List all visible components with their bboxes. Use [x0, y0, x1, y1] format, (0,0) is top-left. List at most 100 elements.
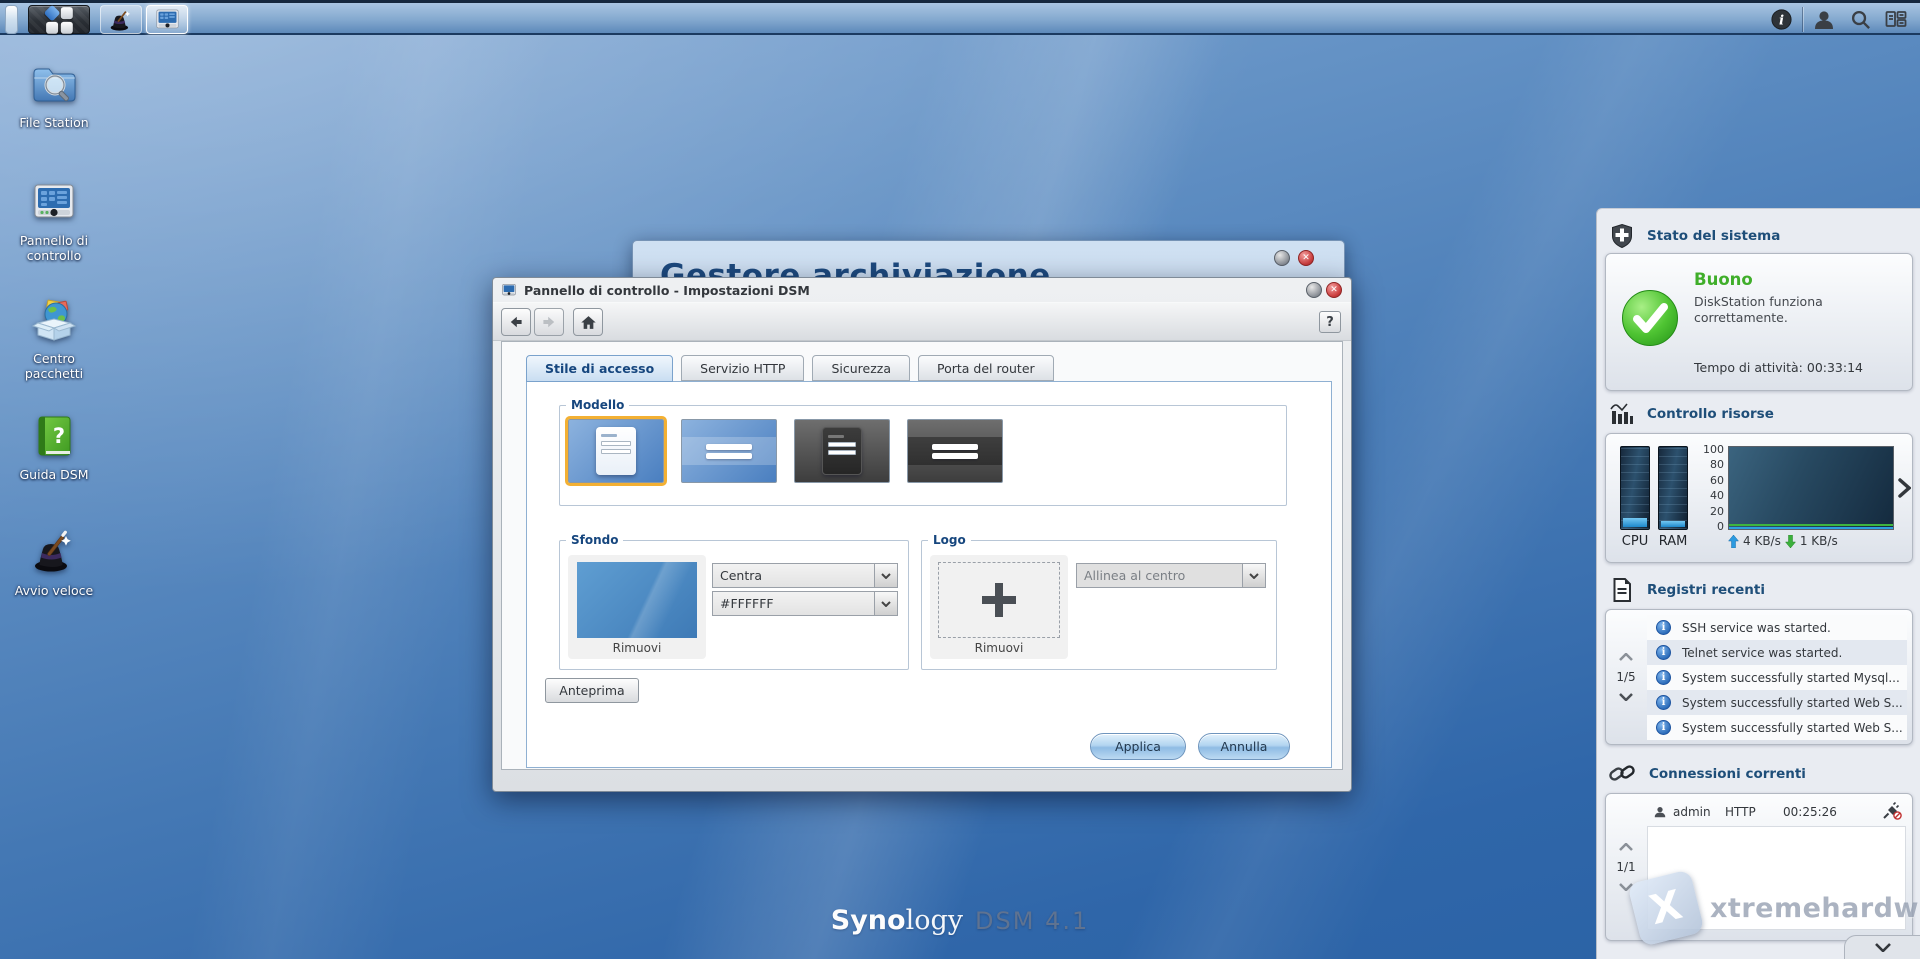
- pilot-view-button[interactable]: [1878, 5, 1914, 34]
- desktop-icon-file-station[interactable]: File Station: [6, 60, 102, 130]
- desktop-icon-dsm-help[interactable]: ? Guida DSM: [6, 412, 102, 482]
- logo-align-select[interactable]: Allinea al centro: [1076, 563, 1266, 588]
- resource-monitor-card: CPU RAM 10080 6040 200 4 KB/s 1 KB/s: [1605, 433, 1913, 563]
- taskbar-app-control-panel[interactable]: [146, 5, 188, 34]
- resource-detail-button[interactable]: [1898, 478, 1911, 502]
- pilot-view-icon: [1884, 8, 1908, 32]
- chevron-right-icon: [1898, 478, 1911, 498]
- login-card-preview: [822, 427, 862, 475]
- template-thumb-blue-card[interactable]: [568, 419, 664, 483]
- plus-icon: [995, 583, 1003, 617]
- remove-logo-link[interactable]: Rimuovi: [930, 641, 1068, 655]
- svg-text:i: i: [1778, 12, 1783, 28]
- dialog-toolbar: ?: [493, 302, 1351, 341]
- magic-hat-icon: [30, 528, 78, 576]
- desktop-icon-package-center[interactable]: Centro pacchetti: [6, 296, 102, 381]
- minimize-button[interactable]: [1306, 282, 1322, 298]
- desktop: SynologyDSM 4.1 File Station Pannello: [0, 0, 1920, 959]
- log-row[interactable]: System successfully started Mysql...: [1647, 665, 1907, 690]
- main-menu-button[interactable]: [28, 5, 90, 34]
- control-panel-icon: [154, 6, 181, 33]
- back-button[interactable]: [501, 308, 531, 336]
- status-value: Buono: [1694, 270, 1753, 289]
- tab-security[interactable]: Sicurezza: [812, 355, 910, 381]
- preview-button[interactable]: Anteprima: [545, 678, 639, 703]
- document-icon: [1609, 577, 1635, 603]
- logo-box: Rimuovi: [930, 555, 1068, 659]
- chevron-up-icon[interactable]: [1619, 843, 1633, 851]
- connection-row[interactable]: admin HTTP 00:25:26: [1647, 800, 1906, 824]
- apply-button[interactable]: Applica: [1090, 733, 1186, 760]
- logs-page-indicator: 1/5: [1616, 670, 1635, 684]
- cancel-button[interactable]: Annulla: [1198, 733, 1290, 760]
- tab-http-service[interactable]: Servizio HTTP: [681, 355, 804, 381]
- dsm-help-icon: ?: [30, 412, 78, 460]
- bar-chart-icon: [1609, 401, 1635, 427]
- close-button[interactable]: [1326, 282, 1342, 298]
- wallpaper-box: Rimuovi: [568, 555, 706, 659]
- user-icon: [1653, 805, 1667, 819]
- system-info-button[interactable]: i: [1763, 5, 1799, 34]
- template-thumb-dark-card[interactable]: [794, 419, 890, 483]
- recent-logs-header: Registri recenti: [1609, 577, 1765, 603]
- dropdown-trigger[interactable]: [874, 592, 897, 615]
- svg-text:?: ?: [53, 424, 65, 448]
- system-status-card: Buono DiskStation funziona correttamente…: [1605, 253, 1913, 391]
- recent-logs-title: Registri recenti: [1647, 582, 1765, 598]
- minimize-button[interactable]: [1274, 250, 1290, 266]
- wallpaper-position-select[interactable]: Centra: [712, 563, 898, 588]
- disconnect-plug-icon: [1882, 802, 1902, 820]
- dropdown-trigger[interactable]: [874, 564, 897, 587]
- desktop-icon-label: File Station: [6, 115, 102, 130]
- upload-line: [1729, 527, 1893, 530]
- template-thumb-dark-bar[interactable]: [907, 419, 1003, 483]
- search-button[interactable]: [1842, 5, 1878, 34]
- system-status-header: Stato del sistema: [1609, 223, 1780, 249]
- template-thumb-blue-bar[interactable]: [681, 419, 777, 483]
- back-arrow-icon: [508, 314, 524, 330]
- dialog-content: Stile di accesso Servizio HTTP Sicurezza…: [501, 341, 1343, 770]
- chevron-up-icon[interactable]: [1619, 653, 1633, 661]
- log-text: System successfully started Web S...: [1682, 721, 1903, 735]
- download-arrow-icon: [1785, 535, 1796, 548]
- taskbar-app-quick-start[interactable]: [100, 5, 142, 34]
- dialog-titlebar[interactable]: Pannello di controllo - Impostazioni DSM: [493, 278, 1351, 302]
- chevron-down-icon[interactable]: [1619, 693, 1633, 701]
- user-menu-button[interactable]: [1806, 5, 1842, 34]
- home-icon: [580, 314, 597, 331]
- chevron-down-icon: [1249, 573, 1259, 579]
- close-button[interactable]: [1298, 250, 1314, 266]
- desktop-icon-label: Pannello di controllo: [6, 233, 102, 263]
- info-icon: i: [1770, 8, 1793, 31]
- info-icon: [1656, 695, 1671, 710]
- wallpaper-thumbnail[interactable]: [577, 562, 697, 638]
- watermark-logo: X: [1627, 869, 1705, 947]
- dropdown-trigger[interactable]: [1242, 564, 1265, 587]
- log-row[interactable]: Telnet service was started.: [1647, 640, 1907, 665]
- show-desktop-button[interactable]: [5, 5, 18, 34]
- desktop-icon-quick-start[interactable]: Avvio veloce: [6, 528, 102, 598]
- kill-connection-button[interactable]: [1882, 802, 1902, 823]
- home-button[interactable]: [573, 308, 603, 336]
- tab-access-style[interactable]: Stile di accesso: [526, 355, 673, 382]
- uptime-text: Tempo di attività: 00:33:14: [1694, 360, 1863, 375]
- logo-upload-placeholder[interactable]: [938, 562, 1060, 638]
- background-color-select[interactable]: #FFFFFF: [712, 591, 898, 616]
- wallpaper-position-value: Centra: [713, 564, 874, 587]
- network-speeds: 4 KB/s 1 KB/s: [1728, 534, 1838, 548]
- login-band-preview: [908, 437, 1002, 465]
- desktop-icon-control-panel[interactable]: Pannello di controllo: [6, 178, 102, 263]
- log-row[interactable]: System successfully started Web S...: [1647, 715, 1907, 740]
- log-row[interactable]: System successfully started Web S...: [1647, 690, 1907, 715]
- tab-router-port[interactable]: Porta del router: [918, 355, 1054, 381]
- remove-wallpaper-link[interactable]: Rimuovi: [568, 641, 706, 655]
- cpu-gauge: [1620, 446, 1650, 530]
- help-button[interactable]: ?: [1319, 311, 1341, 333]
- forward-button[interactable]: [534, 308, 564, 336]
- info-icon: [1656, 645, 1671, 660]
- log-text: System successfully started Web S...: [1682, 696, 1903, 710]
- login-band-preview: [682, 437, 776, 465]
- chain-link-icon: [1609, 761, 1637, 787]
- log-row[interactable]: SSH service was started.: [1647, 615, 1907, 640]
- download-speed: 1 KB/s: [1800, 534, 1838, 548]
